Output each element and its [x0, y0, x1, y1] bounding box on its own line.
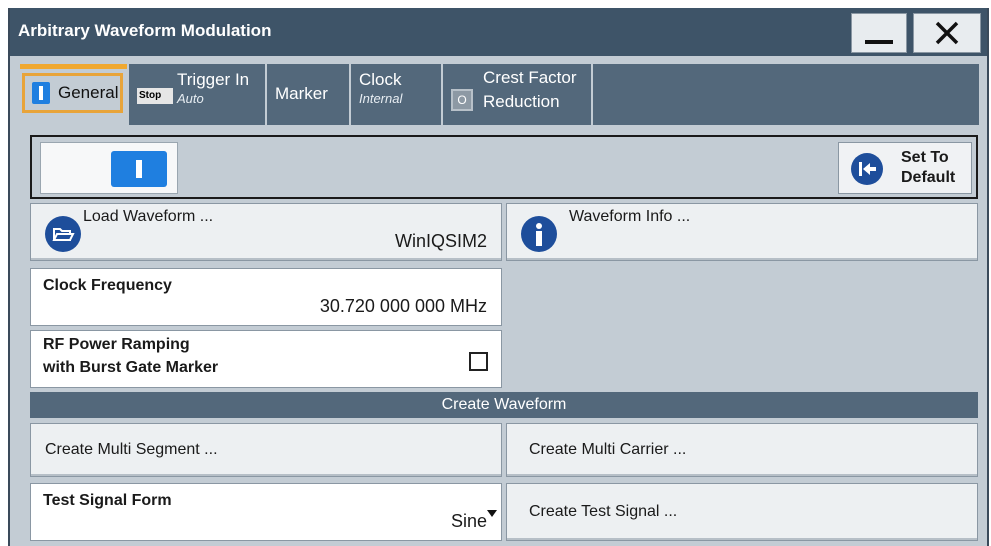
tab-sublabel: Internal — [359, 91, 403, 106]
tab-general[interactable]: General — [20, 64, 129, 125]
rf-power-ramping-checkbox[interactable] — [469, 352, 488, 371]
reset-icon — [851, 153, 883, 185]
tab-label: Clock — [359, 70, 402, 89]
test-signal-form-value: Sine — [450, 511, 487, 531]
tab-label: General — [58, 83, 119, 102]
clock-frequency-label: Clock Frequency — [43, 277, 172, 294]
load-waveform-button[interactable]: Load Waveform ... WinIQSIM2 — [30, 203, 502, 261]
state-on-icon — [32, 82, 50, 104]
set-to-default-button[interactable]: Set To Default — [838, 142, 972, 194]
stop-badge: Stop — [137, 88, 173, 104]
state-row: Set To Default — [30, 135, 978, 199]
create-waveform-header: Create Waveform — [30, 392, 978, 418]
set-to-default-label: Set To — [901, 149, 949, 166]
state-off-icon: O — [451, 89, 473, 111]
info-icon — [521, 216, 557, 252]
waveform-info-button[interactable]: Waveform Info ... — [506, 203, 978, 261]
test-signal-form-label: Test Signal Form — [43, 492, 172, 509]
close-button[interactable] — [913, 13, 981, 53]
rf-power-ramping-label: RF Power Ramping — [43, 336, 190, 353]
tab-bar: General Stop Trigger In Auto Marker Cloc… — [20, 64, 979, 125]
loaded-waveform-name: WinIQSIM2 — [394, 231, 487, 251]
chevron-down-icon — [487, 510, 497, 517]
test-signal-form-select[interactable]: Test Signal Form Sine — [30, 483, 502, 541]
general-panel: Set To Default Load Waveform ... WinIQSI… — [20, 125, 979, 546]
clock-frequency-field[interactable]: Clock Frequency 30.720 000 000 MHz — [30, 268, 502, 326]
minimize-button[interactable] — [851, 13, 907, 53]
active-tab-indicator — [20, 64, 127, 69]
tab-label: Trigger In — [177, 70, 250, 89]
state-toggle[interactable] — [40, 142, 178, 194]
create-test-signal-label: Create Test Signal ... — [529, 503, 678, 520]
rf-power-ramping-label-line2: with Burst Gate Marker — [43, 359, 219, 376]
dialog-window: Arbitrary Waveform Modulation General St… — [8, 8, 989, 546]
set-to-default-label-line2: Default — [901, 169, 956, 186]
tab-label-line2: Reduction — [483, 92, 560, 111]
create-test-signal-button[interactable]: Create Test Signal ... — [506, 483, 978, 541]
tab-crest-factor-reduction[interactable]: O Crest Factor Reduction — [445, 64, 593, 125]
close-icon — [935, 21, 959, 45]
window-title: Arbitrary Waveform Modulation — [18, 21, 272, 40]
tab-label: Marker — [275, 84, 328, 103]
tab-trigger-in[interactable]: Stop Trigger In Auto — [131, 64, 267, 125]
create-multi-segment-button[interactable]: Create Multi Segment ... — [30, 423, 502, 477]
clock-frequency-value: 30.720 000 000 MHz — [319, 296, 487, 316]
tab-sublabel: Auto — [177, 91, 204, 106]
create-multi-carrier-label: Create Multi Carrier ... — [529, 441, 687, 458]
rf-power-ramping-field[interactable]: RF Power Ramping with Burst Gate Marker — [30, 330, 502, 388]
minimize-icon — [865, 40, 893, 44]
create-multi-segment-label: Create Multi Segment ... — [45, 441, 218, 458]
create-multi-carrier-button[interactable]: Create Multi Carrier ... — [506, 423, 978, 477]
tab-marker[interactable]: Marker — [269, 64, 351, 125]
title-bar: Arbitrary Waveform Modulation — [10, 8, 987, 56]
waveform-info-label: Waveform Info ... — [569, 208, 691, 225]
folder-open-icon — [45, 216, 81, 252]
toggle-on-icon — [111, 151, 167, 187]
load-waveform-label: Load Waveform ... — [83, 208, 214, 225]
tab-clock[interactable]: Clock Internal — [353, 64, 443, 125]
tab-label: Crest Factor — [483, 68, 577, 87]
